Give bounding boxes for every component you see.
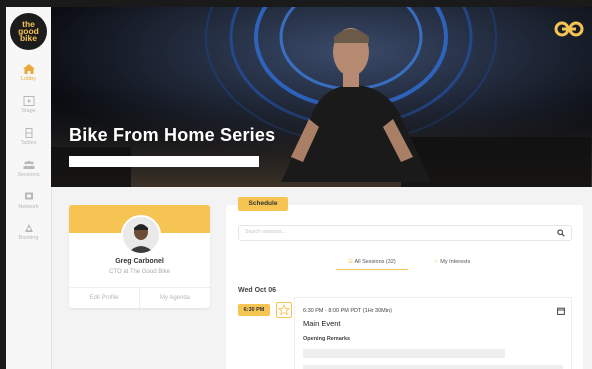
logo-line-3: bike	[19, 33, 37, 43]
sidebar-item-label: Booking	[18, 235, 39, 241]
event-placeholder-line	[303, 349, 505, 358]
hero-banner: Bike From Home Series	[51, 7, 592, 187]
event-placeholder-line	[303, 365, 563, 369]
brand-logo[interactable]: the good bike	[10, 13, 47, 50]
tab-schedule[interactable]: Schedule	[238, 197, 288, 211]
profile-card: Greg Carbonel CTO at The Good Bike Edit …	[69, 205, 210, 308]
event-subtitle: Opening Remarks	[303, 336, 351, 342]
event-card[interactable]: 6:30 PM - 8:00 PM PDT (1Hr 30Min) Main E…	[294, 297, 572, 369]
sidebar-item-stage[interactable]: Stage	[6, 96, 51, 114]
schedule-date: Wed Oct 06	[238, 287, 276, 294]
calendar-icon[interactable]	[557, 307, 565, 315]
list-icon: ☰	[348, 259, 354, 265]
sidebar-item-label: Stage	[21, 108, 36, 114]
hero-title: Bike From Home Series	[69, 125, 276, 145]
filter-my-interests[interactable]: ☆ My Interests	[416, 256, 488, 269]
search-placeholder: Search sessions...	[245, 229, 286, 235]
star-icon: ☆	[433, 259, 439, 265]
star-outline-icon	[277, 303, 291, 316]
home-icon	[22, 64, 35, 74]
avatar[interactable]	[121, 215, 161, 255]
sidebar-item-network[interactable]: Network	[6, 192, 51, 210]
hero-subtitle-bar	[69, 156, 259, 167]
sidebar-item-label: Lobby	[21, 76, 36, 82]
edit-profile-button[interactable]: Edit Profile	[69, 288, 140, 308]
search-icon[interactable]	[557, 229, 565, 237]
session-filters: ☰ All Sessions (32) ☆ My Interests	[328, 256, 488, 270]
filter-all-label: All Sessions (32)	[354, 259, 396, 265]
tables-icon	[25, 128, 32, 138]
filter-all-sessions[interactable]: ☰ All Sessions (32)	[336, 256, 408, 270]
sidebar: the good bike Lobby Stage Tables Session…	[6, 7, 52, 369]
brand-mark-icon	[554, 21, 584, 37]
favorite-button[interactable]	[276, 302, 292, 318]
sidebar-item-lobby[interactable]: Lobby	[6, 64, 51, 82]
my-agenda-button[interactable]: My Agenda	[140, 288, 210, 308]
people-icon	[23, 160, 34, 169]
sidebar-item-label: Network	[18, 204, 39, 210]
avatar-image	[123, 217, 159, 253]
sidebar-item-sessions[interactable]: Sessions	[6, 160, 51, 178]
play-icon	[23, 96, 34, 106]
sidebar-item-booking[interactable]: Booking	[6, 223, 51, 241]
filter-interests-label: My Interests	[440, 259, 471, 265]
event-time-badge: 6:30 PM	[238, 304, 270, 316]
event-time-range: 6:30 PM - 8:00 PM PDT (1Hr 30Min)	[303, 308, 392, 314]
network-icon	[24, 192, 33, 200]
event-title: Main Event	[303, 319, 341, 328]
search-input[interactable]: Search sessions...	[238, 225, 572, 241]
sidebar-item-label: Tables	[20, 140, 37, 146]
profile-actions: Edit Profile My Agenda	[69, 287, 210, 308]
app-window: the good bike Lobby Stage Tables Session…	[6, 7, 592, 369]
booking-icon	[24, 224, 33, 232]
profile-role: CTO at The Good Bike	[109, 269, 170, 275]
profile-name: Greg Carbonel	[115, 258, 164, 265]
sidebar-item-label: Sessions	[17, 172, 40, 178]
sidebar-item-tables[interactable]: Tables	[6, 128, 51, 146]
